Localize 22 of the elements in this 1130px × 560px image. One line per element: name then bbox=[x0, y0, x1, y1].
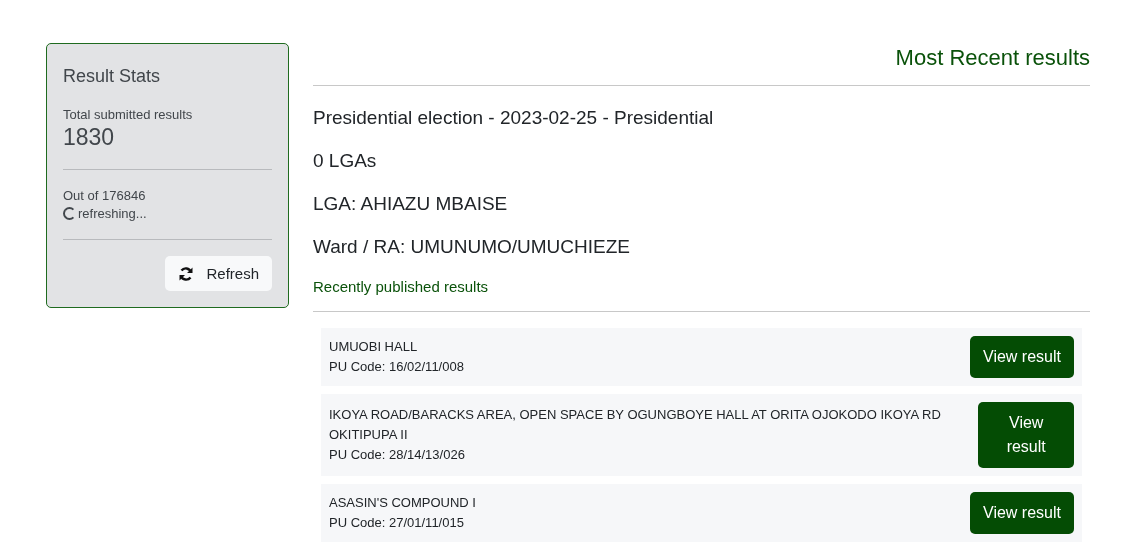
ward-heading: Ward / RA: UMUNUMO/UMUCHIEZE bbox=[313, 236, 632, 258]
pu-code: PU Code: 28/14/13/026 bbox=[329, 446, 466, 464]
election-heading: Presidential election - 2023-02-25 - Presidential bbox=[313, 107, 715, 129]
view-result-button[interactable]: View result bbox=[978, 402, 1074, 468]
polling-unit-name: UMUOBI HALL bbox=[329, 338, 419, 356]
lga-count: 0 LGAs bbox=[313, 150, 378, 172]
refresh-icon bbox=[178, 265, 195, 282]
polling-unit-name: IKOYA ROAD/BARACKS AREA, OPEN SPACE BY OGUNGBOYE HALL AT ORITA OJOKODO IKOYA RD OKITIPUPA II bbox=[329, 406, 942, 444]
status-text: refreshing... bbox=[78, 206, 147, 221]
view-result-button[interactable]: View result bbox=[970, 336, 1074, 378]
lga-heading: LGA: AHIAZU MBAISE bbox=[313, 193, 509, 215]
subsection-title: Recently published results bbox=[313, 278, 490, 295]
polling-unit-name: ASASIN'S COMPOUND I bbox=[329, 494, 477, 512]
view-result-button[interactable]: View result bbox=[970, 492, 1074, 534]
pu-code: PU Code: 27/01/11/015 bbox=[329, 514, 465, 532]
pu-code: PU Code: 16/02/11/008 bbox=[329, 358, 465, 376]
out-of-text: Out of 176846 bbox=[63, 188, 147, 203]
card-title: Result Stats bbox=[63, 66, 162, 87]
section-title: Most Recent results bbox=[895, 44, 1090, 71]
total-value: 1830 bbox=[63, 124, 116, 151]
total-label: Total submitted results bbox=[63, 107, 194, 122]
refresh-button[interactable]: Refresh bbox=[165, 256, 272, 291]
